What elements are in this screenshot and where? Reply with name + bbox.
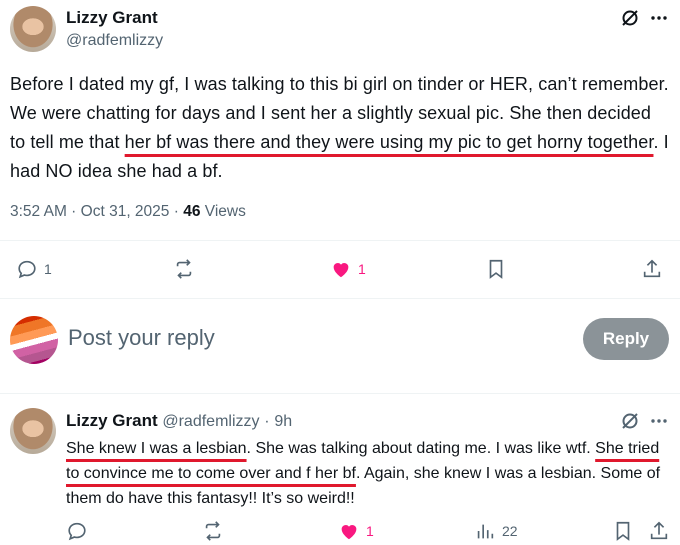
reply-button[interactable]: Reply [583,318,669,360]
reply-text-part: . She was talking about dating me. I was… [246,440,596,457]
reply-input[interactable]: Post your reply [68,325,215,351]
analytics-icon [477,524,494,539]
share-icon [650,521,668,540]
bookmark-action[interactable] [485,258,507,280]
reply-author-name[interactable]: Lizzy Grant [66,411,158,430]
reply-text: She knew I was a lesbian. She was talkin… [66,436,672,511]
divider [0,240,680,241]
reply-grok-icon[interactable] [620,411,640,436]
tweet-time[interactable]: 3:52 AM [10,203,67,220]
author-avatar[interactable] [10,6,56,52]
tweet-meta: 3:52 AM · Oct 31, 2025 · 46 Views [10,203,246,220]
views-label: Views [204,203,246,220]
grok-icon[interactable] [620,8,640,33]
reply-share-action[interactable] [648,520,670,542]
user-avatar[interactable] [10,316,58,364]
reply-age[interactable]: 9h [274,413,292,430]
reply-icon [68,522,86,541]
reply-like-count: 1 [366,523,374,539]
reply-author-handle[interactable]: @radfemlizzy [162,413,259,430]
divider [0,393,680,394]
reply-views: 22 [502,523,518,539]
reply-like-action[interactable]: 1 [338,520,374,542]
reply-reply-action[interactable] [66,520,88,542]
author-handle[interactable]: @radfemlizzy [66,32,163,50]
reply-header: Lizzy Grant @radfemlizzy · 9h [66,411,292,431]
share-action[interactable] [641,258,663,280]
repost-icon [205,521,221,541]
heart-icon [341,525,357,540]
repost-icon [176,259,192,279]
author-name[interactable]: Lizzy Grant [66,8,158,28]
reply-action[interactable]: 1 [16,258,52,280]
reply-author-avatar[interactable] [10,408,56,454]
tweet-text: Before I dated my gf, I was talking to t… [10,70,670,186]
reply-analytics-action[interactable]: 22 [474,520,518,542]
divider [0,298,680,299]
like-action[interactable]: 1 [330,258,366,280]
reply-repost-action[interactable] [202,520,224,542]
more-options-icon[interactable] [649,8,669,33]
reply-bookmark-action[interactable] [612,520,634,542]
bookmark-icon [489,259,503,279]
share-icon [643,259,661,278]
like-count: 1 [358,261,366,277]
reply-more-options-icon[interactable] [649,411,669,436]
tweet-text-underlined: her bf was there and they were using my … [124,132,654,152]
heart-icon [333,263,349,278]
reply-icon [18,260,36,279]
reply-text-underlined: She knew I was a lesbian [66,440,247,457]
repost-action[interactable] [173,258,195,280]
bookmark-icon [616,521,630,541]
reply-separator: · [264,413,270,430]
tweet-date[interactable]: Oct 31, 2025 [81,203,170,220]
views-count: 46 [183,203,201,220]
reply-count: 1 [44,261,52,277]
